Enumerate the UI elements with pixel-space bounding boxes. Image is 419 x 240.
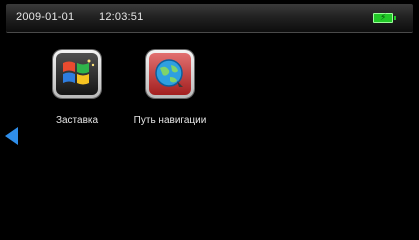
status-bar: 2009-01-01 12:03:51 ⚡ — [6, 4, 413, 33]
app-screensaver[interactable]: Заставка — [29, 50, 125, 126]
globe-navigation-icon — [149, 53, 191, 95]
screensaver-tile[interactable] — [53, 50, 101, 98]
screensaver-label: Заставка — [55, 115, 99, 126]
battery-icon: ⚡ — [373, 12, 396, 23]
status-date: 2009-01-01 — [16, 11, 75, 23]
app-navigation-path[interactable]: Путь навигации — [122, 50, 218, 126]
navigation-tile[interactable] — [146, 50, 194, 98]
left-arrow-icon[interactable] — [5, 127, 18, 145]
status-time: 12:03:51 — [99, 11, 144, 23]
device-screen: 2009-01-01 12:03:51 ⚡ Заставка Путь нави… — [0, 0, 419, 240]
windows-logo-icon — [56, 53, 98, 95]
navigation-label: Путь навигации — [133, 115, 207, 126]
charging-bolt-icon: ⚡ — [380, 12, 387, 22]
